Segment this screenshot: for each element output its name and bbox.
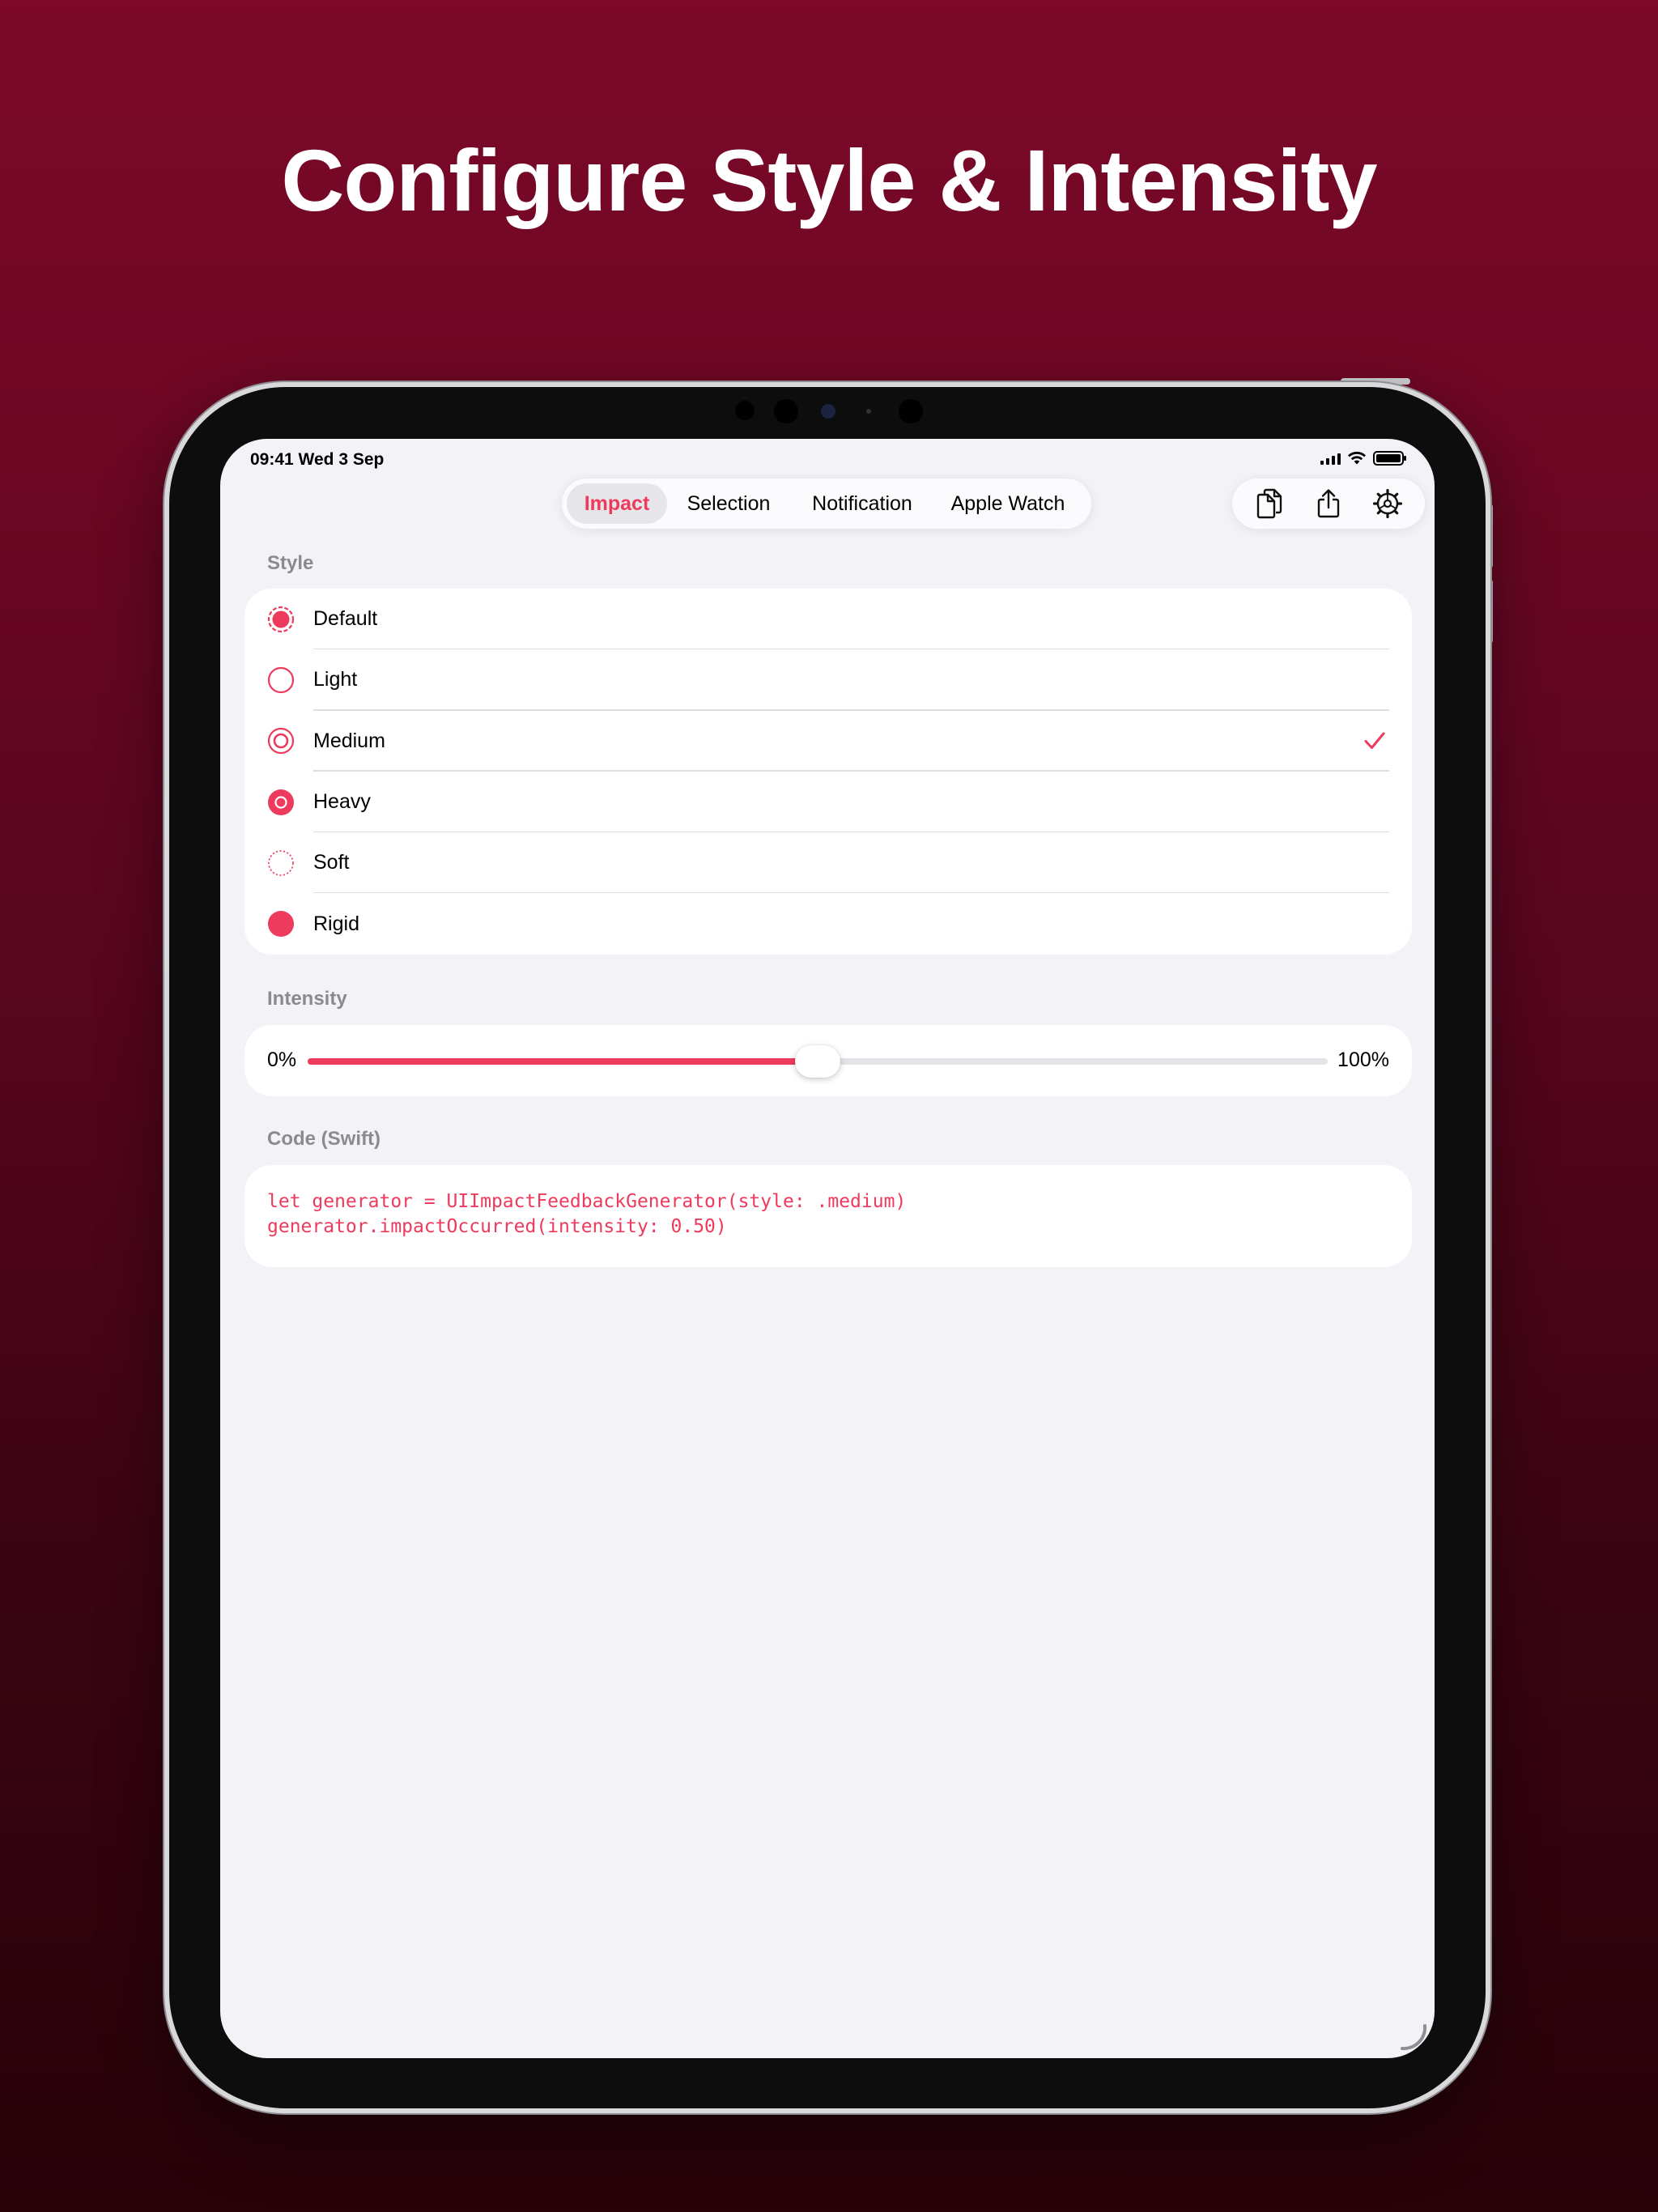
radio-medium-icon bbox=[267, 728, 295, 755]
status-bar-icons bbox=[1320, 451, 1406, 466]
code-snippet-card: let generator = UIImpactFeedbackGenerato… bbox=[244, 1165, 1412, 1267]
tab-apple-watch[interactable]: Apple Watch bbox=[934, 483, 1082, 524]
code-line: let generator = UIImpactFeedbackGenerato… bbox=[267, 1191, 907, 1212]
tab-notification[interactable]: Notification bbox=[790, 483, 934, 524]
marketing-headline: Configure Style & Intensity bbox=[281, 131, 1377, 229]
intensity-section-label: Intensity bbox=[267, 988, 347, 1010]
intensity-slider[interactable] bbox=[308, 1045, 1328, 1078]
style-option-label: Default bbox=[313, 607, 378, 631]
slider-thumb[interactable] bbox=[795, 1045, 840, 1078]
settings-gear-icon bbox=[1372, 488, 1402, 519]
code-section-label: Code (Swift) bbox=[267, 1128, 380, 1150]
copy-icon bbox=[1257, 488, 1282, 519]
slider-min-label: 0% bbox=[267, 1049, 297, 1071]
settings-button[interactable] bbox=[1367, 483, 1408, 524]
style-option-medium[interactable]: Medium bbox=[244, 711, 1412, 772]
radio-heavy-icon bbox=[268, 789, 294, 815]
style-option-rigid[interactable]: Rigid bbox=[244, 893, 1412, 954]
style-option-default[interactable]: Default bbox=[244, 589, 1412, 650]
radio-light-icon bbox=[267, 666, 295, 694]
code-line: generator.impactOccurred(intensity: 0.50… bbox=[267, 1216, 727, 1237]
window-resize-icon bbox=[1401, 2024, 1427, 2051]
share-button[interactable] bbox=[1308, 483, 1349, 524]
share-icon bbox=[1317, 489, 1340, 518]
copy-button[interactable] bbox=[1249, 483, 1290, 524]
style-option-label: Rigid bbox=[313, 912, 359, 935]
intensity-slider-card: 0% 100% bbox=[244, 1025, 1412, 1096]
app-screen: 09:41 Wed 3 Sep Impact Selection Notific… bbox=[220, 439, 1435, 2058]
front-sensor bbox=[899, 399, 923, 423]
style-option-light[interactable]: Light bbox=[244, 649, 1412, 711]
front-sensor bbox=[735, 401, 755, 420]
checkmark-icon bbox=[1364, 732, 1385, 750]
style-option-label: Heavy bbox=[313, 790, 371, 814]
radio-default-icon bbox=[267, 606, 295, 632]
tab-selection[interactable]: Selection bbox=[667, 483, 790, 524]
style-section-label: Style bbox=[267, 552, 314, 574]
status-bar-time: 09:41 Wed 3 Sep bbox=[250, 450, 385, 469]
style-options-list: Default Light Medium Heavy Soft Rigid bbox=[244, 589, 1412, 955]
style-option-label: Light bbox=[313, 668, 358, 691]
battery-icon bbox=[1373, 451, 1406, 466]
front-camera bbox=[821, 404, 835, 419]
mode-segmented-control: Impact Selection Notification Apple Watc… bbox=[562, 479, 1091, 529]
front-sensor bbox=[774, 399, 798, 423]
slider-max-label: 100% bbox=[1337, 1049, 1389, 1071]
slider-fill bbox=[308, 1058, 818, 1065]
front-sensor bbox=[866, 409, 871, 414]
style-option-label: Medium bbox=[313, 729, 385, 752]
cellular-signal-icon bbox=[1320, 452, 1341, 465]
wifi-icon bbox=[1348, 451, 1366, 465]
toolbar-actions bbox=[1232, 479, 1425, 529]
radio-soft-icon bbox=[268, 850, 294, 876]
radio-rigid-icon bbox=[268, 911, 294, 938]
style-option-label: Soft bbox=[313, 851, 350, 874]
tab-impact[interactable]: Impact bbox=[567, 483, 667, 524]
style-option-soft[interactable]: Soft bbox=[244, 832, 1412, 894]
style-option-heavy[interactable]: Heavy bbox=[244, 772, 1412, 833]
